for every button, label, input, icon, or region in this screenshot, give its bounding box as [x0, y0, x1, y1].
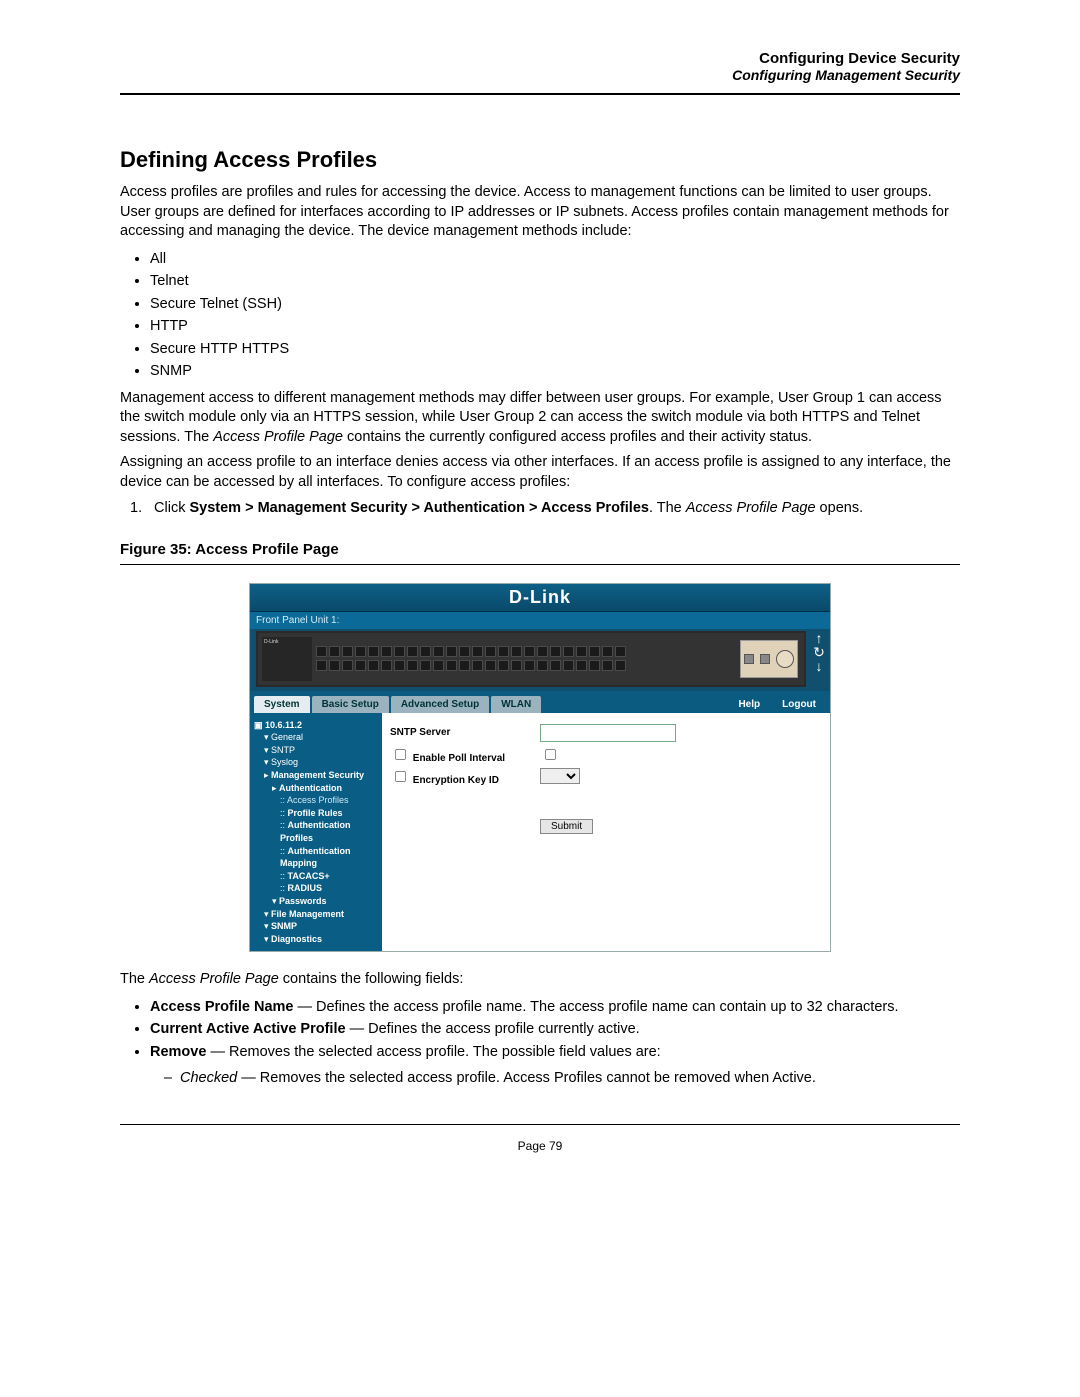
tree-node-profile-rules[interactable]: :: Profile Rules — [254, 807, 378, 820]
content-pane: SNTP Server Enable Poll Interval Encrypt… — [382, 713, 830, 952]
intro-paragraph: Access profiles are profiles and rules f… — [120, 183, 960, 242]
tab-basic-setup[interactable]: Basic Setup — [312, 696, 389, 713]
sntp-server-input[interactable] — [540, 724, 676, 742]
arrow-down-icon[interactable]: ↓ — [810, 659, 828, 673]
tab-system[interactable]: System — [254, 696, 310, 713]
switch-graphic: D-Link — [256, 631, 806, 687]
doc-subsection: Configuring Management Security — [120, 67, 960, 83]
text: Click — [154, 500, 189, 516]
text: . The — [649, 500, 686, 516]
header-rule — [120, 93, 960, 95]
methods-list: All Telnet Secure Telnet (SSH) HTTP Secu… — [120, 248, 960, 383]
paragraph: Management access to different managemen… — [120, 389, 960, 448]
text-italic: Access Profile Page — [213, 429, 343, 445]
tree-node-authentication[interactable]: ▸ Authentication — [254, 782, 378, 795]
brand-bar: D-Link — [250, 584, 830, 612]
figure-rule — [120, 564, 960, 565]
method-item: All — [150, 248, 960, 270]
device-panel: D-Link ↑ ↻ — [250, 629, 830, 691]
method-item: Telnet — [150, 270, 960, 292]
field-item: Remove — Removes the selected access pro… — [150, 1041, 960, 1090]
text: contains the currently configured access… — [343, 429, 812, 445]
tree-node-syslog[interactable]: ▾ Syslog — [254, 756, 378, 769]
tree-node-radius[interactable]: :: RADIUS — [254, 882, 378, 895]
tree-node-snmp[interactable]: ▾ SNMP — [254, 920, 378, 933]
method-item: HTTP — [150, 315, 960, 337]
step-number: 1. — [130, 498, 150, 518]
method-item: Secure Telnet (SSH) — [150, 293, 960, 315]
tree-node-access-profiles[interactable]: :: Access Profiles — [254, 794, 378, 807]
port-grid — [316, 646, 734, 672]
paragraph: The Access Profile Page contains the fol… — [120, 970, 960, 990]
logout-link[interactable]: Logout — [772, 696, 826, 713]
screenshot-figure: D-Link Front Panel Unit 1: D-Link — [249, 583, 831, 953]
step-1: 1. Click System > Management Security > … — [150, 498, 960, 518]
tab-bar: System Basic Setup Advanced Setup WLAN H… — [250, 691, 830, 713]
tree-node-sntp[interactable]: ▾ SNTP — [254, 744, 378, 757]
encryption-key-checkbox[interactable] — [395, 771, 406, 782]
refresh-icon[interactable]: ↻ — [810, 645, 828, 659]
method-item: SNMP — [150, 360, 960, 382]
tree-node-passwords[interactable]: ▾ Passwords — [254, 895, 378, 908]
sub-field-item: Checked — Removes the selected access pr… — [180, 1067, 960, 1089]
tree-node-auth-profiles[interactable]: :: Authentication Profiles — [254, 819, 378, 844]
method-item: Secure HTTP HTTPS — [150, 338, 960, 360]
text: The — [120, 971, 149, 987]
figure-caption: Figure 35: Access Profile Page — [120, 541, 960, 558]
tree-node-auth-mapping[interactable]: :: Authentication Mapping — [254, 845, 378, 870]
doc-section: Configuring Device Security — [120, 50, 960, 67]
device-label: D-Link — [262, 637, 312, 681]
tree-node-file-management[interactable]: ▾ File Management — [254, 908, 378, 921]
encryption-key-select[interactable] — [540, 768, 580, 784]
tree-node-tacacs[interactable]: :: TACACS+ — [254, 870, 378, 883]
text-italic: Access Profile Page — [149, 971, 279, 987]
uplink-module — [740, 640, 798, 678]
tab-wlan[interactable]: WLAN — [491, 696, 541, 713]
scroll-arrows[interactable]: ↑ ↻ ↓ — [810, 631, 828, 687]
submit-button[interactable]: Submit — [540, 819, 593, 834]
arrow-up-icon[interactable]: ↑ — [810, 631, 828, 645]
enable-poll-label: Enable Poll Interval — [413, 753, 505, 764]
page-title: Defining Access Profiles — [120, 147, 960, 173]
field-item: Access Profile Name — Defines the access… — [150, 996, 960, 1018]
sntp-server-label: SNTP Server — [390, 727, 540, 738]
encryption-key-label: Encryption Key ID — [413, 775, 499, 786]
enable-poll-checkbox[interactable] — [395, 749, 406, 760]
text-italic: Access Profile Page — [686, 500, 816, 516]
nav-tree: ▣ 10.6.11.2 ▾ General ▾ SNTP ▾ Syslog ▸ … — [250, 713, 382, 952]
text: contains the following fields: — [279, 971, 464, 987]
tree-root[interactable]: ▣ 10.6.11.2 — [254, 719, 378, 732]
paragraph: Assigning an access profile to an interf… — [120, 453, 960, 492]
nav-path: System > Management Security > Authentic… — [189, 500, 648, 516]
footer-rule — [120, 1124, 960, 1125]
tree-node-management-security[interactable]: ▸ Management Security — [254, 769, 378, 782]
field-item: Current Active Active Profile — Defines … — [150, 1018, 960, 1040]
fields-list: Access Profile Name — Defines the access… — [120, 996, 960, 1090]
text: opens. — [816, 500, 864, 516]
page-number: Page 79 — [120, 1139, 960, 1153]
tree-node-diagnostics[interactable]: ▾ Diagnostics — [254, 933, 378, 946]
front-panel-label: Front Panel Unit 1: — [250, 612, 830, 629]
tree-node-general[interactable]: ▾ General — [254, 731, 378, 744]
poll-value-checkbox[interactable] — [545, 749, 556, 760]
tab-advanced-setup[interactable]: Advanced Setup — [391, 696, 489, 713]
help-link[interactable]: Help — [728, 696, 770, 713]
